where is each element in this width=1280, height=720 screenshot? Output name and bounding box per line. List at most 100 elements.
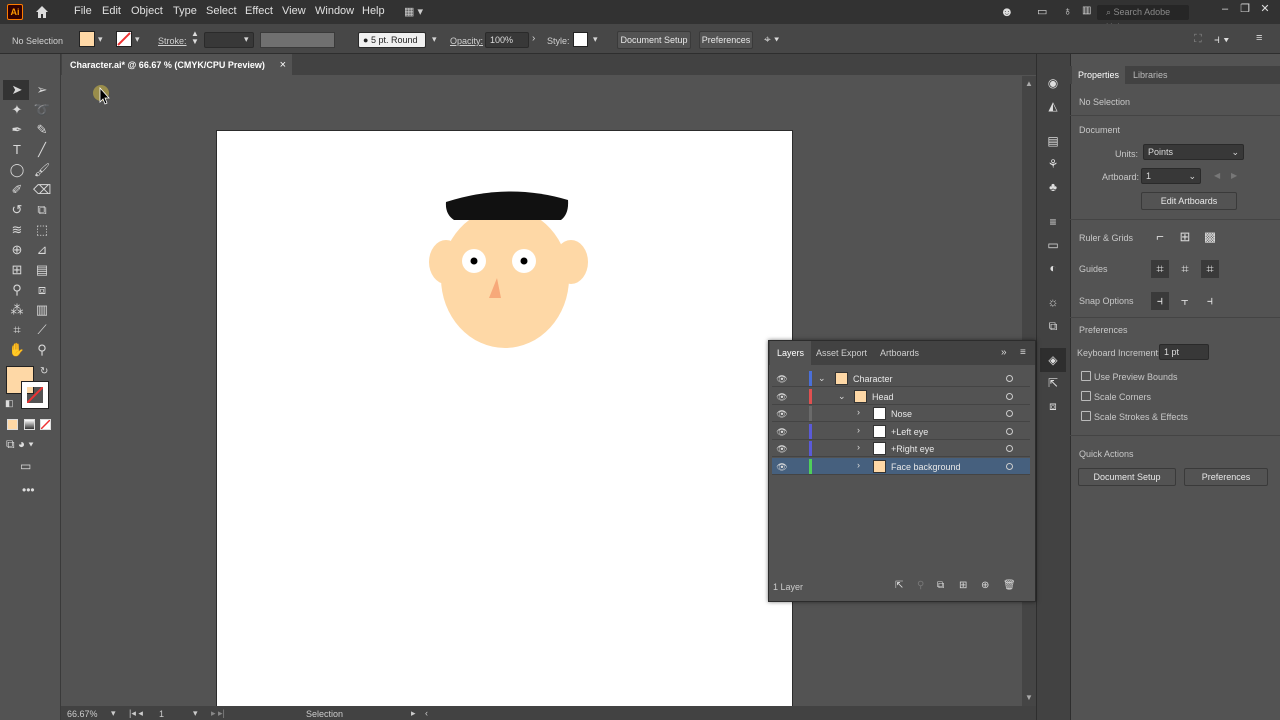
expand-chevron-icon[interactable]: ›	[857, 407, 860, 417]
prev-artboard-icon[interactable]: ◀	[1214, 171, 1220, 180]
tab-layers[interactable]: Layers	[770, 341, 812, 365]
home-icon[interactable]	[34, 4, 50, 20]
layer-name[interactable]: Nose	[891, 409, 912, 419]
swatches-icon[interactable]: ▤	[1046, 134, 1060, 148]
smart-guides-icon[interactable]: ⌗	[1201, 260, 1219, 278]
menu-select[interactable]: Select	[206, 5, 237, 17]
close-window-icon[interactable]: ✕	[1258, 3, 1272, 15]
shape-builder-tool-icon[interactable]: ⊕	[8, 241, 26, 259]
artboard-number[interactable]: 1	[159, 709, 164, 719]
collapse-panel-icon[interactable]: »	[1001, 347, 1007, 358]
document-tab[interactable]: Character.ai* @ 66.67 % (CMYK/CPU Previe…	[62, 54, 292, 76]
layers-icon[interactable]: ◈	[1046, 353, 1060, 367]
fill-dropdown-icon[interactable]: ▾	[98, 34, 103, 45]
first-artboard-icon[interactable]: |◂ ◂	[129, 708, 143, 719]
scale-tool-icon[interactable]: ⧉	[33, 201, 51, 219]
arrange-icon[interactable]: ▥	[1082, 5, 1091, 16]
brush-dropdown-icon[interactable]: ▾	[432, 34, 437, 45]
brushes-icon[interactable]: ⚘	[1046, 157, 1060, 171]
direct-selection-tool-icon[interactable]: ➢	[33, 81, 51, 99]
tab-asset-export[interactable]: Asset Export	[809, 341, 874, 365]
scale-corners-checkbox[interactable]	[1081, 391, 1091, 401]
stroke-label[interactable]: Stroke:	[158, 36, 187, 46]
blend-tool-icon[interactable]: ⧈	[33, 281, 51, 299]
close-tab-icon[interactable]: ×	[280, 54, 286, 76]
target-circle-icon[interactable]	[1006, 463, 1013, 470]
draw-mode-icon[interactable]: ⧉ ◕ ▾	[6, 437, 34, 452]
visibility-eye-icon[interactable]: 👁	[776, 426, 788, 438]
stroke-color-box[interactable]	[21, 381, 49, 409]
artboards-icon[interactable]: ⧈	[1046, 399, 1060, 413]
menu-view[interactable]: View	[282, 5, 306, 17]
symbols-icon[interactable]: ♣	[1046, 180, 1060, 194]
opacity-label[interactable]: Opacity:	[450, 36, 483, 46]
scale-strokes-checkbox[interactable]	[1081, 411, 1091, 421]
warp-tool-icon[interactable]: ≋	[8, 221, 26, 239]
edit-artboards-button[interactable]: Edit Artboards	[1141, 192, 1237, 210]
status-arrow-icon[interactable]: ▸	[411, 708, 416, 719]
layers-menu-icon[interactable]: ≡	[1020, 347, 1026, 358]
expand-chevron-icon[interactable]: ›	[857, 460, 860, 470]
variable-width-profile[interactable]	[260, 32, 335, 48]
menu-effect[interactable]: Effect	[245, 5, 273, 17]
gradient-tool-icon[interactable]: ▤	[33, 261, 51, 279]
lock-guides-icon[interactable]: ⌗	[1176, 260, 1194, 278]
ellipse-tool-icon[interactable]: ◯	[8, 161, 26, 179]
tab-properties[interactable]: Properties	[1072, 66, 1126, 84]
gradient-icon[interactable]: ▭	[1046, 238, 1060, 252]
shaper-tool-icon[interactable]: ✐	[8, 181, 26, 199]
visibility-eye-icon[interactable]: 👁	[776, 373, 788, 385]
show-guides-icon[interactable]: ⌗	[1151, 260, 1169, 278]
zoom-dropdown-icon[interactable]: ▾	[111, 708, 116, 719]
opacity-field[interactable]: 100%	[485, 32, 529, 48]
use-preview-bounds-checkbox[interactable]	[1081, 371, 1091, 381]
layer-name[interactable]: Face background	[891, 462, 961, 472]
pen-tool-icon[interactable]: ✒	[8, 121, 26, 139]
symbol-sprayer-tool-icon[interactable]: ⁂	[8, 301, 26, 319]
grid-icon[interactable]: ⊞	[1176, 228, 1194, 246]
visibility-eye-icon[interactable]: 👁	[776, 461, 788, 473]
lasso-tool-icon[interactable]: ➰	[33, 101, 51, 119]
keyboard-increment-field[interactable]: 1 pt	[1159, 344, 1209, 360]
slice-tool-icon[interactable]: ⟋	[33, 321, 51, 339]
target-circle-icon[interactable]	[1006, 410, 1013, 417]
perspective-grid-tool-icon[interactable]: ⊿	[33, 241, 51, 259]
expand-chevron-icon[interactable]: ›	[857, 442, 860, 452]
graph-tool-icon[interactable]: ▥	[33, 301, 51, 319]
stroke-stepper-icon[interactable]: ▲ ▼	[191, 30, 199, 46]
hat[interactable]	[445, 191, 569, 220]
appearance-icon[interactable]: ☼	[1046, 295, 1060, 309]
target-circle-icon[interactable]	[1006, 393, 1013, 400]
scroll-up-icon[interactable]: ▲	[1025, 79, 1033, 88]
delete-layer-icon[interactable]: 🗑	[1003, 580, 1016, 591]
default-colors-icon[interactable]: ◧	[5, 398, 14, 409]
stroke-panel-icon[interactable]: ≡	[1046, 215, 1060, 229]
zoom-level[interactable]: 66.67%	[67, 709, 98, 719]
expand-chevron-icon[interactable]: ›	[857, 425, 860, 435]
screen-mode-icon[interactable]: ▭	[20, 459, 31, 473]
artboard-dropdown-icon[interactable]: ▾	[193, 708, 198, 719]
zoom-tool-icon[interactable]: ⚲	[33, 341, 51, 359]
snap-to-grid-icon[interactable]: ⫟	[1176, 292, 1194, 310]
visibility-eye-icon[interactable]: 👁	[776, 443, 788, 455]
tab-libraries[interactable]: Libraries	[1127, 66, 1174, 84]
free-transform-tool-icon[interactable]: ⬚	[33, 221, 51, 239]
stroke-swatch[interactable]	[116, 31, 132, 47]
target-circle-icon[interactable]	[1006, 445, 1013, 452]
collapse-chevron-icon[interactable]: ⌄	[818, 373, 826, 384]
lightbulb-icon[interactable]: ♁	[1063, 4, 1072, 18]
preferences-button[interactable]: Preferences	[699, 31, 753, 49]
transparency-grid-icon[interactable]: ▩	[1201, 228, 1219, 246]
quick-document-setup-button[interactable]: Document Setup	[1078, 468, 1176, 486]
new-sublayer-icon[interactable]: ⊞	[959, 580, 967, 591]
menu-file[interactable]: File	[74, 5, 92, 17]
line-tool-icon[interactable]: ╱	[33, 141, 51, 159]
hand-tool-icon[interactable]: ✋	[8, 341, 26, 359]
tab-artboards[interactable]: Artboards	[873, 341, 926, 365]
artboard-tool-icon[interactable]: ⌗	[8, 321, 26, 339]
style-swatch[interactable]	[573, 32, 588, 47]
eraser-tool-icon[interactable]: ⌫	[33, 181, 51, 199]
stroke-weight-dropdown-icon[interactable]: ▾	[244, 34, 249, 45]
visibility-eye-icon[interactable]: 👁	[776, 408, 788, 420]
menu-edit[interactable]: Edit	[102, 5, 121, 17]
